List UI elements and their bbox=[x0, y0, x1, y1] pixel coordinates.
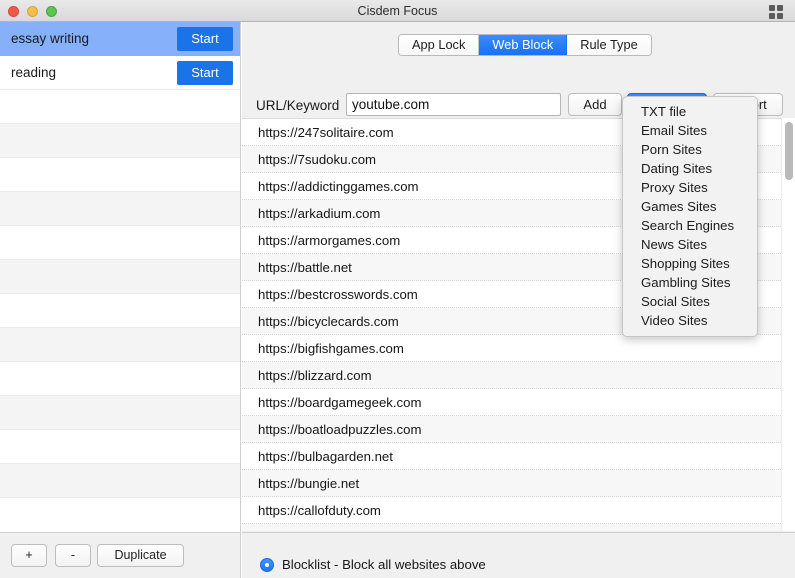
import-menu-item[interactable]: Search Engines bbox=[623, 216, 757, 235]
profile-row-empty[interactable] bbox=[0, 90, 240, 124]
profile-row-empty[interactable] bbox=[0, 430, 240, 464]
profile-row-empty[interactable] bbox=[0, 260, 240, 294]
blocklist-radio[interactable] bbox=[260, 558, 274, 572]
start-profile-button[interactable]: Start bbox=[177, 27, 233, 51]
profile-row[interactable]: readingStart bbox=[0, 56, 240, 90]
import-menu-item[interactable]: Gambling Sites bbox=[623, 273, 757, 292]
scrollbar-thumb[interactable] bbox=[785, 122, 793, 180]
import-menu-item[interactable]: Email Sites bbox=[623, 121, 757, 140]
blocked-site-row[interactable]: https://bigfishgames.com bbox=[242, 335, 795, 362]
main-pane: App LockWeb BlockRule Type URL/Keyword A… bbox=[242, 22, 795, 578]
list-scrollbar[interactable] bbox=[781, 118, 795, 531]
import-menu-item[interactable]: Games Sites bbox=[623, 197, 757, 216]
window-title: Cisdem Focus bbox=[0, 0, 795, 22]
profile-row-empty[interactable] bbox=[0, 294, 240, 328]
blocked-site-row[interactable]: https://cardgames.io bbox=[242, 524, 795, 531]
blocked-site-row[interactable]: https://blizzard.com bbox=[242, 362, 795, 389]
import-menu-item[interactable]: News Sites bbox=[623, 235, 757, 254]
sidebar-footer: + - Duplicate bbox=[0, 532, 241, 578]
url-keyword-label: URL/Keyword bbox=[256, 98, 339, 113]
profile-row-empty[interactable] bbox=[0, 124, 240, 158]
profile-row-empty[interactable] bbox=[0, 192, 240, 226]
import-menu-item[interactable]: Social Sites bbox=[623, 292, 757, 311]
tab-rule-type[interactable]: Rule Type bbox=[567, 35, 650, 55]
grid-icon[interactable] bbox=[769, 5, 783, 18]
profile-list: essay writingStartreadingStart bbox=[0, 22, 240, 498]
import-menu-item[interactable]: TXT file bbox=[623, 102, 757, 121]
tab-web-block[interactable]: Web Block bbox=[479, 35, 567, 55]
profile-row-empty[interactable] bbox=[0, 362, 240, 396]
import-menu-item[interactable]: Proxy Sites bbox=[623, 178, 757, 197]
app-window: Cisdem Focus essay writingStartreadingSt… bbox=[0, 0, 795, 578]
list-mode-options: Blocklist - Block all websites above All… bbox=[242, 532, 795, 578]
profile-row-empty[interactable] bbox=[0, 328, 240, 362]
tab-app-lock[interactable]: App Lock bbox=[399, 35, 479, 55]
start-profile-button[interactable]: Start bbox=[177, 61, 233, 85]
import-menu-item[interactable]: Video Sites bbox=[623, 311, 757, 330]
title-bar: Cisdem Focus bbox=[0, 0, 795, 22]
blocked-site-row[interactable]: https://bulbagarden.net bbox=[242, 443, 795, 470]
url-keyword-input[interactable] bbox=[346, 93, 561, 116]
blocked-site-row[interactable]: https://boatloadpuzzles.com bbox=[242, 416, 795, 443]
profile-row-empty[interactable] bbox=[0, 158, 240, 192]
blocked-site-row[interactable]: https://boardgamegeek.com bbox=[242, 389, 795, 416]
profile-row-empty[interactable] bbox=[0, 226, 240, 260]
add-url-button[interactable]: Add bbox=[568, 93, 622, 116]
blocklist-radio-row[interactable]: Blocklist - Block all websites above bbox=[260, 557, 486, 572]
profile-row[interactable]: essay writingStart bbox=[0, 22, 240, 56]
blocked-site-row[interactable]: https://bungie.net bbox=[242, 470, 795, 497]
tab-bar: App LockWeb BlockRule Type bbox=[398, 34, 652, 56]
import-menu-item[interactable]: Dating Sites bbox=[623, 159, 757, 178]
add-profile-button[interactable]: + bbox=[11, 544, 47, 567]
remove-profile-button[interactable]: - bbox=[55, 544, 91, 567]
profiles-sidebar[interactable]: essay writingStartreadingStart bbox=[0, 22, 241, 532]
profile-row-empty[interactable] bbox=[0, 464, 240, 498]
blocklist-label: Blocklist - Block all websites above bbox=[282, 557, 486, 572]
blocked-site-row[interactable]: https://callofduty.com bbox=[242, 497, 795, 524]
profile-row-empty[interactable] bbox=[0, 396, 240, 430]
import-menu-item[interactable]: Shopping Sites bbox=[623, 254, 757, 273]
duplicate-profile-button[interactable]: Duplicate bbox=[97, 544, 184, 567]
import-dropdown-menu[interactable]: TXT fileEmail SitesPorn SitesDating Site… bbox=[622, 96, 758, 337]
import-menu-item[interactable]: Porn Sites bbox=[623, 140, 757, 159]
